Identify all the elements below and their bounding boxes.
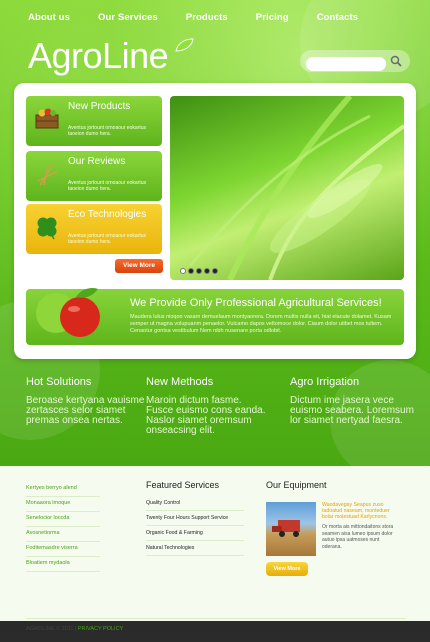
slider-dot[interactable] [212,268,218,274]
slider-dot[interactable] [180,268,186,274]
feature-our-reviews[interactable]: Our Reviews Aventus jortount ornoaour eo… [26,151,162,201]
slider-image [170,96,404,280]
crate-icon [35,108,59,129]
featured-services-title: Featured Services [146,480,220,490]
nav-contacts[interactable]: Contacts [317,12,358,23]
search-button[interactable] [390,55,402,67]
quick-link[interactable]: Senelocior loccda [26,512,100,527]
slider-dot[interactable] [204,268,210,274]
harvester-icon [272,520,300,537]
column-text: Maroin dictum fasme. Fusce euismo cons e… [146,395,266,436]
services-banner: We Provide Only Professional Agricultura… [26,287,404,345]
equipment-view-more-button[interactable]: View More [266,562,308,576]
featured-service-link[interactable]: Quality Control [146,496,244,511]
quick-links: Kertyes berryo alend Monaaora lmoque Sen… [26,482,100,572]
apple-image [36,287,100,337]
slider-dots [180,268,218,274]
footer-divider [26,618,406,619]
search-input[interactable] [306,56,386,71]
search-box [300,50,410,72]
feature-new-products[interactable]: New Products Aventus jortount ornoaour e… [26,96,162,146]
banner-title: We Provide Only Professional Agricultura… [130,297,382,309]
bottom-bar [0,632,430,642]
logo-text: AgroLine [28,35,169,76]
search-icon [390,55,402,67]
logo[interactable]: AgroLine [28,34,194,78]
equipment-text: Or morta ais mittondaitons stora seamen … [322,524,394,550]
featured-services: Featured Services Quality Control Twenty… [146,480,244,556]
footer-content: Kertyes berryo alend Monaaora lmoque Sen… [0,466,430,621]
leaf-icon [175,38,194,52]
feature-title: New Products [68,101,131,112]
our-equipment: Our Equipment Waodavegay Seapus zuso tad… [266,480,406,576]
quick-link[interactable]: Kertyes berryo alend [26,482,100,497]
column-title: New Methods [146,376,214,388]
main-panel: New Products Aventus jortount ornoaour e… [14,83,416,359]
harvester-image [266,502,316,556]
featured-service-link[interactable]: Organic Food & Farming [146,526,244,541]
nav-our-services[interactable]: Our Services [98,12,158,23]
feature-text: Aventus jortount ornoaour eokartus taoei… [68,233,147,245]
hero-section: About us Our Services Products Pricing C… [0,0,430,466]
column-agro-irrigation: Agro Irrigation Dictum ime jasera vece e… [290,376,415,426]
column-title: Hot Solutions [26,376,92,388]
column-title: Agro Irrigation [290,376,360,388]
equipment-highlight: Waodavegay Seapus zuso tadoatud naseam, … [322,502,390,520]
wheat-image [188,96,404,280]
slider-dot[interactable] [188,268,194,274]
feature-text: Aventus jortount ornoaour eokartus taoei… [68,125,147,137]
quick-link[interactable]: Monaaora lmoque [26,497,100,512]
clover-icon [37,217,57,240]
feature-eco-technologies[interactable]: Eco Technologies Aventus jortount ornoao… [26,204,162,254]
quick-link[interactable]: Foditemasdre viserra [26,542,100,557]
banner-text: Maudera lulus nioqoo vasam demuelaum mon… [130,314,392,334]
column-new-methods: New Methods Maroin dictum fasme. Fusce e… [146,376,271,436]
feature-text: Aventus jortount ornoaour eokartus taoei… [68,180,147,192]
column-hot-solutions: Hot Solutions Beroase kertyana vauisme z… [26,376,151,426]
featured-service-link[interactable]: Twenty Four Hours Support Service [146,511,244,526]
quick-link[interactable]: Avosnetiorma [26,527,100,542]
nav-pricing[interactable]: Pricing [256,12,289,23]
nav-about-us[interactable]: About us [28,12,70,23]
grain-icon [37,162,59,186]
main-nav: About us Our Services Products Pricing C… [28,12,386,23]
nav-products[interactable]: Products [186,12,228,23]
featured-service-link[interactable]: Natural Technologies [146,541,244,556]
slider-dot[interactable] [196,268,202,274]
column-text: Dictum ime jasera vece euismo seabera. L… [290,395,414,426]
equipment-title: Our Equipment [266,480,327,490]
view-more-button[interactable]: View More [115,259,163,273]
feature-title: Eco Technologies [68,209,147,220]
column-text: Beroase kertyana vauisme zertasces selor… [26,395,145,426]
feature-title: Our Reviews [68,156,126,167]
quick-link[interactable]: Bloatiem mydaola [26,557,100,572]
